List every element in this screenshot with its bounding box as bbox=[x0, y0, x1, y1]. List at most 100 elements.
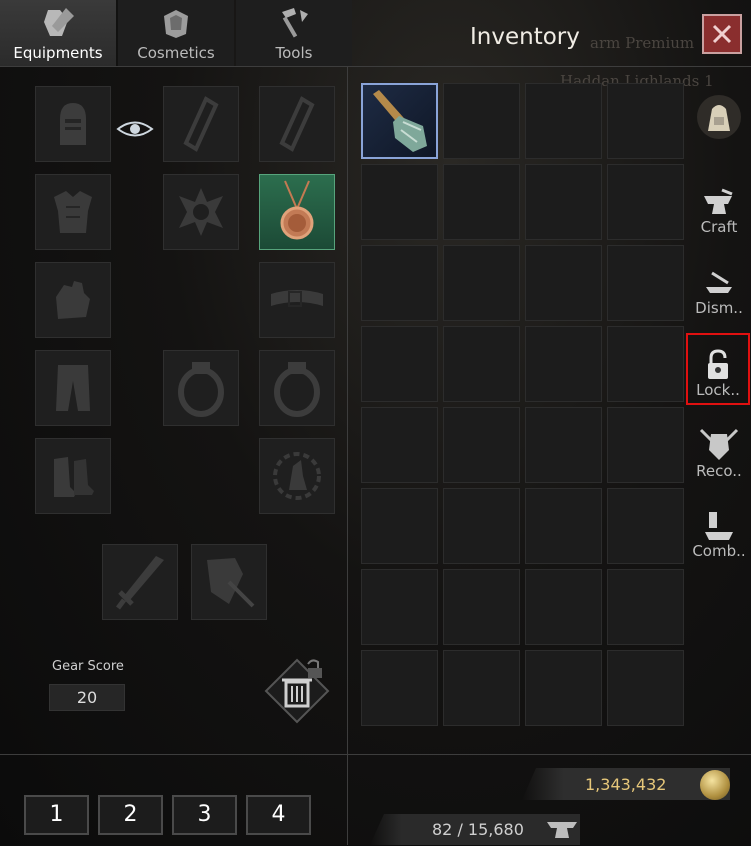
slot-belt[interactable] bbox=[259, 262, 335, 338]
inventory-slot[interactable] bbox=[607, 164, 684, 240]
inventory-slot[interactable] bbox=[443, 326, 520, 402]
inventory-slot[interactable] bbox=[525, 326, 602, 402]
inventory-bag-button[interactable] bbox=[697, 95, 741, 139]
tab-cosmetics[interactable]: Cosmetics bbox=[118, 0, 234, 66]
tools-icon bbox=[282, 8, 308, 38]
inventory-window: Equipments Cosmetics Tools arm Premium H… bbox=[0, 0, 751, 845]
preset-button-1[interactable]: 1 bbox=[24, 795, 89, 835]
inventory-slot[interactable] bbox=[443, 488, 520, 564]
inventory-slot[interactable] bbox=[607, 488, 684, 564]
inventory-slot[interactable] bbox=[361, 407, 438, 483]
panel-divider bbox=[347, 66, 348, 845]
preset-button-4[interactable]: 4 bbox=[246, 795, 311, 835]
ring-icon bbox=[178, 362, 224, 417]
inventory-slot[interactable] bbox=[525, 569, 602, 645]
side-menu-dismantle[interactable]: Dism.. bbox=[688, 251, 750, 321]
totem-icon bbox=[273, 452, 321, 500]
inventory-slot[interactable] bbox=[607, 83, 684, 159]
shield-icon bbox=[207, 558, 255, 608]
armor-icon bbox=[54, 191, 92, 233]
inventory-slot[interactable] bbox=[525, 407, 602, 483]
side-menu-craft-label: Craft bbox=[700, 218, 738, 236]
slot-ring-left[interactable] bbox=[163, 350, 239, 426]
ring-icon bbox=[274, 362, 320, 417]
slot-totem[interactable] bbox=[259, 438, 335, 514]
inventory-slot[interactable] bbox=[607, 569, 684, 645]
inventory-slot[interactable] bbox=[607, 245, 684, 321]
side-menu-dismantle-label: Dism.. bbox=[695, 299, 743, 317]
inventory-slot[interactable] bbox=[443, 164, 520, 240]
silver-amount: 1,343,432 bbox=[585, 775, 667, 794]
lock-icon bbox=[708, 349, 728, 379]
gloves-icon bbox=[56, 281, 90, 319]
anvil-weight-icon bbox=[547, 822, 577, 838]
slot-earring-right[interactable] bbox=[259, 86, 335, 162]
side-menu-lock-label: Lock.. bbox=[696, 381, 740, 399]
inventory-slot[interactable] bbox=[525, 650, 602, 726]
staff-item-icon bbox=[372, 90, 427, 152]
bag-icon bbox=[708, 105, 730, 131]
footer-divider bbox=[0, 754, 751, 755]
slot-helmet[interactable] bbox=[35, 86, 111, 162]
inventory-slot[interactable] bbox=[443, 83, 520, 159]
tab-tools[interactable]: Tools bbox=[236, 0, 352, 66]
tab-equipments[interactable]: Equipments bbox=[0, 0, 116, 66]
window-title: Inventory bbox=[470, 24, 580, 50]
inventory-slot[interactable] bbox=[361, 83, 438, 159]
inventory-slot[interactable] bbox=[361, 569, 438, 645]
preset-button-3[interactable]: 3 bbox=[172, 795, 237, 835]
inventory-slot[interactable] bbox=[361, 245, 438, 321]
side-menu-recover[interactable]: Reco.. bbox=[688, 414, 750, 484]
inventory-slot[interactable] bbox=[443, 569, 520, 645]
background-text-premium: arm Premium bbox=[590, 34, 695, 52]
slot-necklace[interactable] bbox=[259, 174, 335, 250]
slot-armor[interactable] bbox=[35, 174, 111, 250]
trash-icon bbox=[264, 658, 330, 724]
eye-icon bbox=[116, 121, 154, 137]
equipment-presets: 1 2 3 4 bbox=[24, 795, 311, 835]
necklace-icon bbox=[280, 180, 314, 240]
belt-icon bbox=[271, 290, 323, 307]
discard-button[interactable] bbox=[262, 656, 332, 750]
header-divider bbox=[0, 66, 751, 67]
gear-score-label: Gear Score bbox=[52, 659, 124, 674]
inventory-slot[interactable] bbox=[361, 650, 438, 726]
close-button[interactable] bbox=[702, 14, 742, 54]
inventory-slot[interactable] bbox=[443, 407, 520, 483]
slot-main-weapon[interactable] bbox=[102, 544, 178, 620]
dismantle-icon bbox=[706, 271, 732, 293]
slot-boots[interactable] bbox=[35, 438, 111, 514]
slot-ring-right[interactable] bbox=[259, 350, 335, 426]
inventory-slot[interactable] bbox=[525, 488, 602, 564]
earring-icon bbox=[279, 96, 315, 152]
side-menu-lock[interactable]: Lock.. bbox=[686, 333, 750, 405]
inventory-slot[interactable] bbox=[361, 164, 438, 240]
slot-pants[interactable] bbox=[35, 350, 111, 426]
inventory-slot[interactable] bbox=[525, 83, 602, 159]
inventory-slot[interactable] bbox=[361, 488, 438, 564]
inventory-slot[interactable] bbox=[607, 650, 684, 726]
emblem-icon bbox=[179, 188, 223, 236]
slot-emblem[interactable] bbox=[163, 174, 239, 250]
slot-earring-left[interactable] bbox=[163, 86, 239, 162]
inventory-slot[interactable] bbox=[361, 326, 438, 402]
slot-gloves[interactable] bbox=[35, 262, 111, 338]
inventory-slot[interactable] bbox=[443, 245, 520, 321]
side-menu-combine[interactable]: Comb.. bbox=[688, 494, 750, 564]
tab-tools-label: Tools bbox=[275, 44, 313, 62]
side-menu-craft[interactable]: Craft bbox=[688, 170, 750, 240]
anvil-icon bbox=[704, 188, 733, 214]
side-menu-combine-label: Comb.. bbox=[692, 542, 746, 560]
cosmetics-icon bbox=[164, 10, 188, 38]
inventory-slot[interactable] bbox=[525, 164, 602, 240]
inventory-slot[interactable] bbox=[607, 326, 684, 402]
inventory-slot[interactable] bbox=[525, 245, 602, 321]
preset-button-2[interactable]: 2 bbox=[98, 795, 163, 835]
inventory-slot[interactable] bbox=[443, 650, 520, 726]
inventory-slot[interactable] bbox=[607, 407, 684, 483]
tab-equipments-label: Equipments bbox=[13, 44, 103, 62]
earring-icon bbox=[183, 96, 219, 152]
weight-amount: 82 / 15,680 bbox=[432, 820, 524, 839]
visibility-toggle[interactable] bbox=[116, 118, 154, 144]
slot-sub-weapon[interactable] bbox=[191, 544, 267, 620]
